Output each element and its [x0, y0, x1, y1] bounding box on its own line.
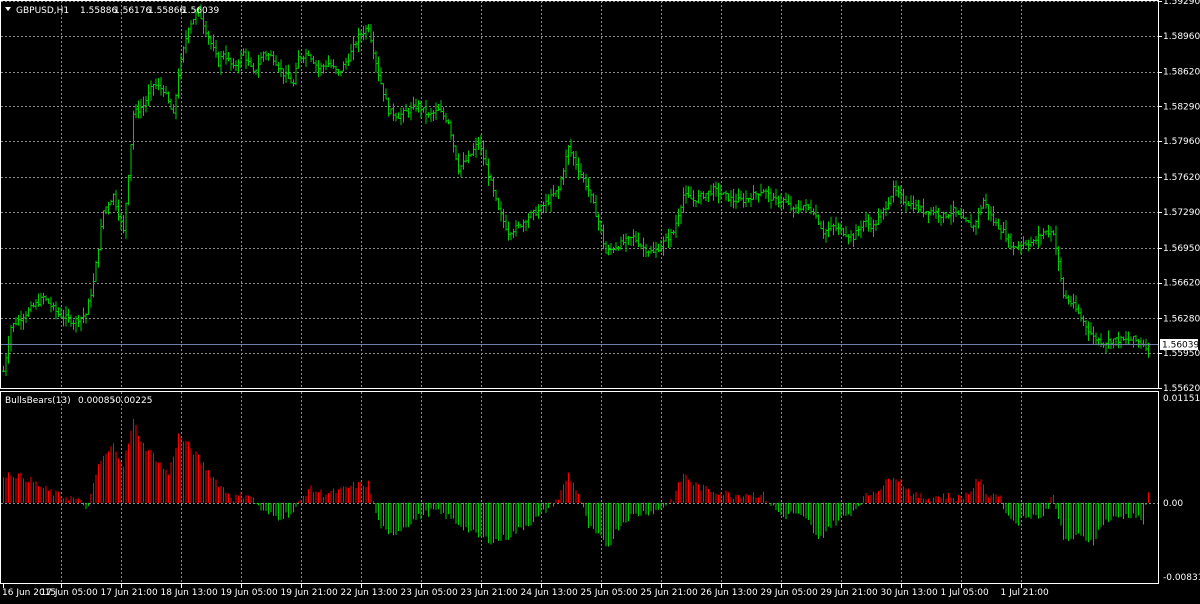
price-tick-label: 1.58290	[1163, 102, 1200, 112]
time-tick-label: 29 Jun 05:00	[761, 588, 818, 598]
time-tick-label: 1 Jul 05:00	[941, 588, 990, 598]
symbol-title: GBPUSD,H1	[16, 6, 69, 16]
symbol-header[interactable]: GBPUSD,H1 1.55886 1.56176 1.55866 1.5603…	[5, 6, 219, 16]
price-tick-label: 1.58620	[1163, 68, 1200, 78]
time-tick-label: 19 Jun 21:00	[281, 588, 338, 598]
time-tick-label: 22 Jun 13:00	[341, 588, 398, 598]
indicator-title: BullsBears(13)	[5, 396, 71, 406]
ohlc-low: 1.55866	[148, 6, 185, 16]
price-tick-label: 1.59290	[1163, 0, 1200, 7]
time-tick-label: 17 Jun 21:00	[101, 588, 158, 598]
time-tick-label: 23 Jun 21:00	[461, 588, 518, 598]
price-tick-label: 1.57290	[1163, 208, 1200, 218]
ohlc-open: 1.55886	[80, 6, 117, 16]
indicator-tick-label: -0.00831	[1163, 573, 1200, 583]
ohlc-close: 1.56039	[182, 6, 219, 16]
price-tick-label: 1.55950	[1163, 349, 1200, 359]
price-tick-label: 1.56280	[1163, 314, 1200, 324]
indicator-value-2: -0.00225	[112, 396, 152, 406]
time-tick-label: 29 Jun 21:00	[821, 588, 878, 598]
indicator-tick-label: 0.01151	[1163, 394, 1200, 404]
time-tick-label: 17 Jun 05:00	[41, 588, 98, 598]
time-tick-label: 25 Jun 05:00	[581, 588, 638, 598]
time-tick-label: 26 Jun 13:00	[701, 588, 758, 598]
time-tick-label: 1 Jul 21:00	[1001, 588, 1050, 598]
time-tick-label: 30 Jun 13:00	[881, 588, 938, 598]
ohlc-high: 1.56176	[114, 6, 151, 16]
chart-canvas[interactable]: 1.59290 1.58960 1.58620 1.58290 1.57960 1.576…	[0, 0, 1200, 600]
current-price-tag: 1.56039	[1160, 339, 1199, 351]
time-tick-label: 23 Jun 05:00	[401, 588, 458, 598]
indicator-header[interactable]: BullsBears(13) 0.00085 -0.00225	[5, 396, 152, 406]
indicator-tick-label: 0.00	[1163, 499, 1183, 509]
price-tick-label: 1.55620	[1163, 384, 1200, 394]
time-tick-label: 19 Jun 05:00	[221, 588, 278, 598]
price-tick-label: 1.57960	[1163, 137, 1200, 147]
price-tick-label: 1.56620	[1163, 279, 1200, 289]
trading-chart[interactable]: 1.59290 1.58960 1.58620 1.58290 1.57960 1.576…	[0, 0, 1200, 600]
price-tick-label: 1.56950	[1163, 244, 1200, 254]
time-tick-label: 24 Jun 13:00	[521, 588, 578, 598]
price-tick-label: 1.57620	[1163, 173, 1200, 183]
time-tick-label: 25 Jun 21:00	[641, 588, 698, 598]
price-tick-label: 1.58960	[1163, 32, 1200, 42]
time-tick-label: 18 Jun 13:00	[161, 588, 218, 598]
chart-background	[0, 0, 1200, 600]
current-price-tag-text: 1.56039	[1162, 341, 1199, 351]
indicator-value-1: 0.00085	[78, 396, 115, 406]
